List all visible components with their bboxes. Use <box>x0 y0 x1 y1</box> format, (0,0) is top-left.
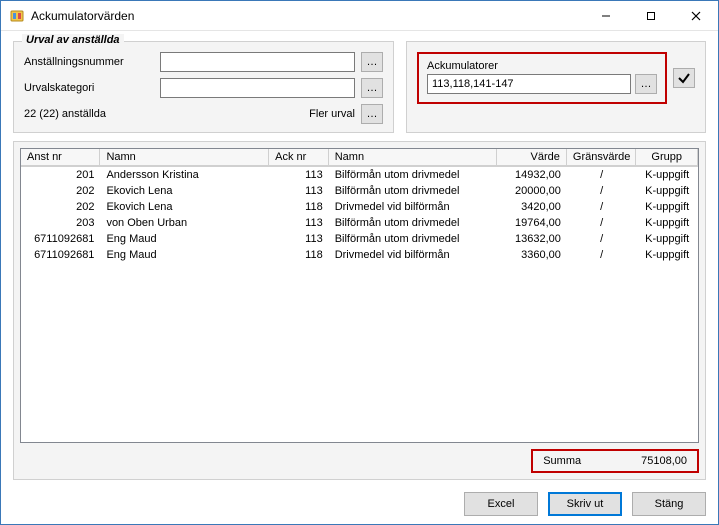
apply-button[interactable] <box>673 68 695 88</box>
window-title: Ackumulatorvärden <box>31 9 134 23</box>
titlebar: Ackumulatorvärden <box>1 1 718 31</box>
cell: Drivmedel vid bilförmån <box>329 199 498 215</box>
col-header-varde[interactable]: Värde <box>497 149 567 166</box>
summa-box: Summa 75108,00 <box>531 449 699 473</box>
cell: / <box>567 183 637 199</box>
col-header-namn1[interactable]: Namn <box>100 149 269 166</box>
cell: Bilförmån utom drivmedel <box>329 231 498 247</box>
cell: Ekovich Lena <box>100 199 269 215</box>
cell: 3360,00 <box>497 247 567 263</box>
selection-count: 22 (22) anställda <box>24 108 309 120</box>
cell: K-uppgift <box>636 199 698 215</box>
cell: 203 <box>21 215 100 231</box>
cell: 14932,00 <box>497 167 567 183</box>
cell: Ekovich Lena <box>100 183 269 199</box>
table-row[interactable]: 203von Oben Urban113Bilförmån utom drivm… <box>21 215 698 231</box>
col-header-acknr[interactable]: Ack nr <box>269 149 329 166</box>
cell: K-uppgift <box>636 247 698 263</box>
cell: 6711092681 <box>21 247 100 263</box>
table-panel: Anst nr Namn Ack nr Namn Värde Gränsvärd… <box>13 141 706 480</box>
table-row[interactable]: 201Andersson Kristina113Bilförmån utom d… <box>21 167 698 183</box>
content: Urval av anställda Anställningsnummer … … <box>1 31 718 524</box>
close-dialog-button[interactable]: Stäng <box>632 492 706 516</box>
cell: 118 <box>269 199 329 215</box>
cell: Drivmedel vid bilförmån <box>329 247 498 263</box>
cell: 201 <box>21 167 100 183</box>
cell: / <box>567 215 637 231</box>
cell: / <box>567 167 637 183</box>
grid-header: Anst nr Namn Ack nr Namn Värde Gränsvärd… <box>21 149 698 167</box>
cell: 202 <box>21 199 100 215</box>
table-row[interactable]: 202Ekovich Lena118Drivmedel vid bilförmå… <box>21 199 698 215</box>
cell: 13632,00 <box>497 231 567 247</box>
ackumulatorer-group: Ackumulatorer … <box>406 41 706 133</box>
cell: 6711092681 <box>21 231 100 247</box>
cell: Bilförmån utom drivmedel <box>329 167 498 183</box>
cell: Eng Maud <box>100 247 269 263</box>
cell: von Oben Urban <box>100 215 269 231</box>
cell: / <box>567 199 637 215</box>
data-grid[interactable]: Anst nr Namn Ack nr Namn Värde Gränsvärd… <box>20 148 699 443</box>
urvalskategori-browse-button[interactable]: … <box>361 78 383 98</box>
cell: Eng Maud <box>100 231 269 247</box>
summa-value: 75108,00 <box>641 455 687 467</box>
cell: 113 <box>269 183 329 199</box>
urvalskategori-input[interactable] <box>160 78 355 98</box>
cell: K-uppgift <box>636 215 698 231</box>
cell: / <box>567 247 637 263</box>
more-selection-label: Fler urval <box>309 108 355 120</box>
cell: K-uppgift <box>636 183 698 199</box>
cell: K-uppgift <box>636 167 698 183</box>
print-button[interactable]: Skriv ut <box>548 492 622 516</box>
col-header-gransvarde[interactable]: Gränsvärde <box>567 149 637 166</box>
urvalskategori-row: Urvalskategori … <box>24 78 383 98</box>
ackumulatorer-box: Ackumulatorer … <box>417 52 667 104</box>
cell: K-uppgift <box>636 231 698 247</box>
close-button[interactable] <box>673 1 718 30</box>
table-row[interactable]: 6711092681Eng Maud118Drivmedel vid bilfö… <box>21 247 698 263</box>
cell: 20000,00 <box>497 183 567 199</box>
selection-legend: Urval av anställda <box>22 34 124 46</box>
table-row[interactable]: 202Ekovich Lena113Bilförmån utom drivmed… <box>21 183 698 199</box>
anstallningsnummer-browse-button[interactable]: … <box>361 52 383 72</box>
maximize-button[interactable] <box>628 1 673 30</box>
selection-group: Urval av anställda Anställningsnummer … … <box>13 41 394 133</box>
col-header-grupp[interactable]: Grupp <box>636 149 698 166</box>
anstallningsnummer-row: Anställningsnummer … <box>24 52 383 72</box>
cell: 113 <box>269 167 329 183</box>
cell: 113 <box>269 231 329 247</box>
anstallningsnummer-input[interactable] <box>160 52 355 72</box>
ackumulatorer-input[interactable] <box>427 74 631 94</box>
cell: 19764,00 <box>497 215 567 231</box>
cell: 118 <box>269 247 329 263</box>
urvalskategori-label: Urvalskategori <box>24 82 154 94</box>
cell: Bilförmån utom drivmedel <box>329 183 498 199</box>
minimize-button[interactable] <box>583 1 628 30</box>
top-row: Urval av anställda Anställningsnummer … … <box>13 41 706 133</box>
selection-footer: 22 (22) anställda Fler urval … <box>24 104 383 124</box>
grid-body: 201Andersson Kristina113Bilförmån utom d… <box>21 167 698 442</box>
excel-button[interactable]: Excel <box>464 492 538 516</box>
cell: Andersson Kristina <box>100 167 269 183</box>
summa-label: Summa <box>543 455 581 467</box>
cell: 113 <box>269 215 329 231</box>
col-header-anstnr[interactable]: Anst nr <box>21 149 100 166</box>
col-header-namn2[interactable]: Namn <box>329 149 498 166</box>
cell: Bilförmån utom drivmedel <box>329 215 498 231</box>
app-icon <box>9 8 25 24</box>
cell: 3420,00 <box>497 199 567 215</box>
ackumulatorer-browse-button[interactable]: … <box>635 74 657 94</box>
footer-buttons: Excel Skriv ut Stäng <box>13 488 706 516</box>
anstallningsnummer-label: Anställningsnummer <box>24 56 154 68</box>
cell: 202 <box>21 183 100 199</box>
ackumulatorer-label: Ackumulatorer <box>427 60 657 72</box>
more-selection-button[interactable]: … <box>361 104 383 124</box>
table-row[interactable]: 6711092681Eng Maud113Bilförmån utom driv… <box>21 231 698 247</box>
cell: / <box>567 231 637 247</box>
window: Ackumulatorvärden Urval av anställda Ans… <box>0 0 719 525</box>
